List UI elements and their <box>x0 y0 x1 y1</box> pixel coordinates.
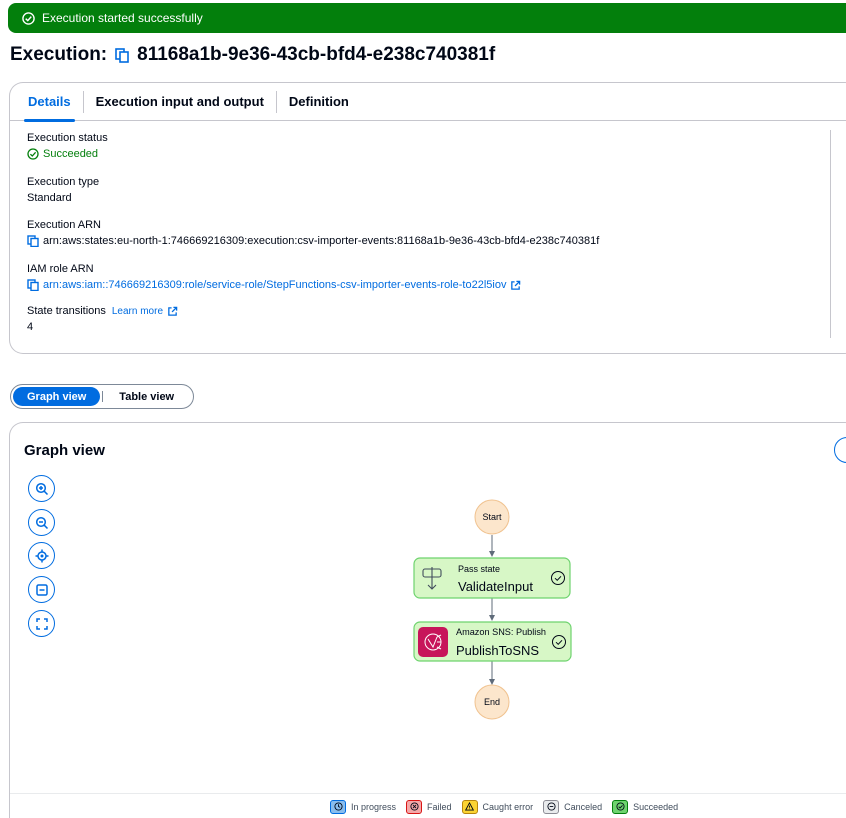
column-divider <box>830 130 831 338</box>
legend-canceled: Canceled <box>543 799 603 814</box>
graph-view-toggle[interactable]: Graph view <box>13 387 101 406</box>
tab-details[interactable]: Details <box>16 83 83 122</box>
state-machine-graph: Start Pass state ValidateInput Amazon SN… <box>413 499 572 720</box>
minus-circle-icon <box>543 799 560 814</box>
title-prefix: Execution: <box>10 44 108 65</box>
success-check-icon <box>22 11 35 25</box>
execution-arn-field: Execution ARN arn:aws:states:eu-north-1:… <box>27 219 599 247</box>
iam-role-value: arn:aws:iam::746669216309:role/service-r… <box>27 279 521 291</box>
details-card: Details Execution input and output Defin… <box>9 82 846 354</box>
sns-service-icon <box>418 627 448 657</box>
external-link-icon[interactable] <box>510 280 521 291</box>
execution-type-value: Standard <box>27 192 72 204</box>
validate-name-label: ValidateInput <box>458 579 533 594</box>
iam-role-label: IAM role ARN <box>27 263 94 275</box>
warning-icon <box>461 799 478 814</box>
copy-icon[interactable] <box>115 47 129 63</box>
execution-type-field: Execution type Standard <box>27 176 99 204</box>
clock-icon <box>330 799 346 814</box>
status-text: Succeeded <box>43 148 99 160</box>
tab-execution-input-output[interactable]: Execution input and output <box>84 83 276 121</box>
tab-bar: Details Execution input and output Defin… <box>10 83 846 122</box>
state-transitions-value: 4 <box>27 321 34 333</box>
execution-arn-label: Execution ARN <box>27 219 101 231</box>
copy-icon[interactable] <box>27 279 39 291</box>
state-transitions-label-row: State transitions Learn more <box>27 305 178 317</box>
state-transitions-label: State transitions <box>27 305 106 317</box>
legend-label: Failed <box>427 801 452 812</box>
publish-to-sns-node[interactable]: Amazon SNS: Publish PublishToSNS <box>413 621 572 662</box>
legend-in-progress: In progress <box>330 799 397 814</box>
execution-id: 81168a1b-9e36-43cb-bfd4-e238c740381f <box>137 44 496 65</box>
status-legend: In progress Failed Caught error Canceled… <box>10 793 846 818</box>
arn-text: arn:aws:states:eu-north-1:746669216309:e… <box>43 235 600 247</box>
legend-label: Succeeded <box>633 801 679 812</box>
start-label: Start <box>482 512 502 522</box>
legend-caught-error: Caught error <box>461 799 534 814</box>
state-transitions-field: State transitions Learn more 4 <box>27 305 178 333</box>
execution-status-field: Execution status Succeeded <box>27 132 108 160</box>
learn-more-text[interactable]: Learn more <box>112 306 163 317</box>
execution-arn-value: arn:aws:states:eu-north-1:746669216309:e… <box>27 235 599 247</box>
legend-failed: Failed <box>406 799 452 814</box>
success-check-icon <box>27 148 39 160</box>
legend-label: Caught error <box>482 801 534 812</box>
execution-status-value: Succeeded <box>27 148 108 160</box>
flash-message: Execution started successfully <box>42 11 203 25</box>
end-label: End <box>484 697 500 707</box>
external-link-icon[interactable] <box>167 306 178 317</box>
tab-definition[interactable]: Definition <box>277 83 361 121</box>
validate-input-node[interactable]: Pass state ValidateInput <box>413 557 571 599</box>
check-circle-icon <box>612 799 629 814</box>
legend-label: Canceled <box>564 801 603 812</box>
iam-role-field: IAM role ARN arn:aws:iam::746669216309:r… <box>27 263 521 291</box>
execution-type-label: Execution type <box>27 176 100 188</box>
copy-icon[interactable] <box>27 235 39 247</box>
learn-more-link[interactable]: Learn more <box>112 306 178 317</box>
page-title: Execution: 81168a1b-9e36-43cb-bfd4-e238c… <box>10 44 495 66</box>
publish-type-label: Amazon SNS: Publish <box>456 627 546 637</box>
state-succeeded-icon <box>552 635 566 649</box>
start-node[interactable]: Start <box>474 499 510 535</box>
execution-status-label: Execution status <box>27 132 108 144</box>
x-circle-icon <box>406 799 423 814</box>
iam-role-link[interactable]: arn:aws:iam::746669216309:role/service-r… <box>43 279 506 291</box>
validate-type-label: Pass state <box>458 564 500 574</box>
end-node[interactable]: End <box>474 684 510 720</box>
graph-view-card: Graph view Start Pass state ValidateInpu… <box>9 422 846 818</box>
publish-name-label: PublishToSNS <box>456 643 539 658</box>
view-toggle: Graph view Table view <box>10 384 194 409</box>
toggle-separator <box>102 391 104 402</box>
legend-succeeded: Succeeded <box>612 799 679 814</box>
success-flash-bar: Execution started successfully <box>8 3 846 33</box>
table-view-toggle[interactable]: Table view <box>105 387 188 406</box>
legend-label: In progress <box>351 801 397 812</box>
